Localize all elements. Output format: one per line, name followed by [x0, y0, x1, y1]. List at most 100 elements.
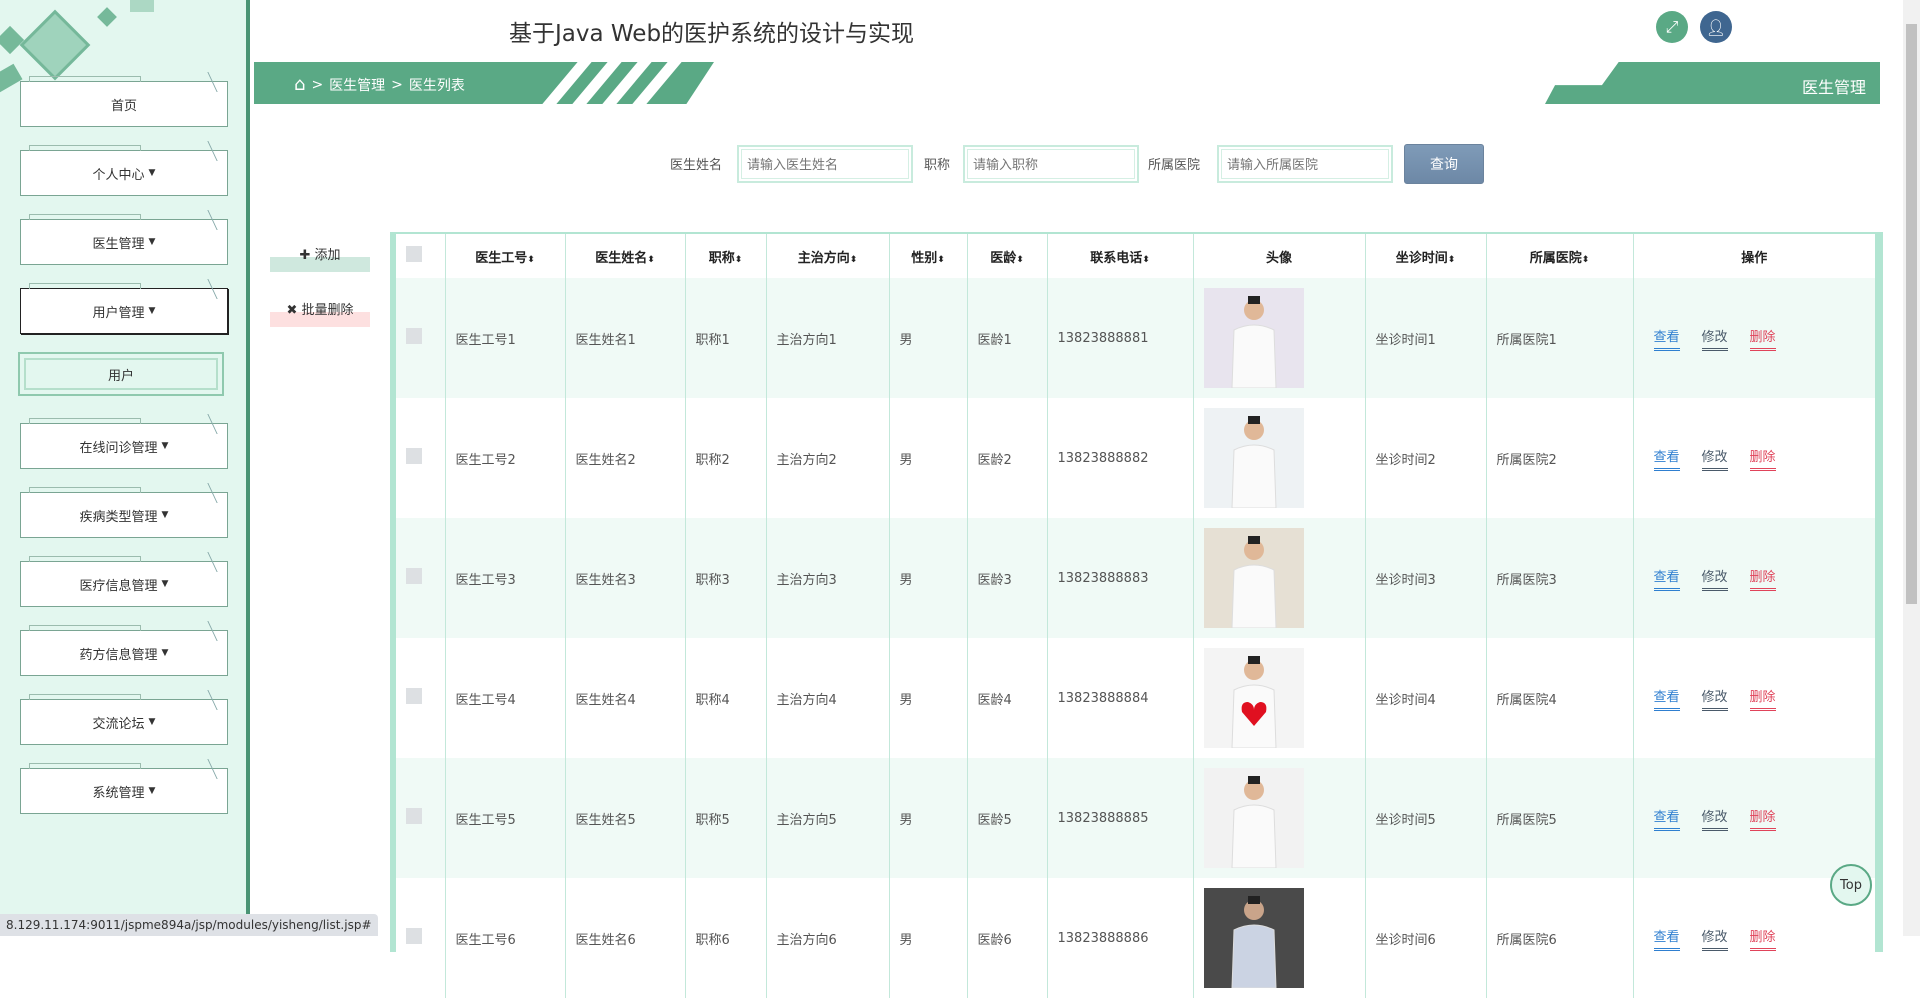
fullscreen-button[interactable]: ⤢: [1656, 11, 1688, 43]
caret-down-icon: ▼: [148, 717, 156, 727]
home-icon[interactable]: ⌂: [294, 74, 305, 95]
select-all-checkbox[interactable]: [406, 246, 422, 262]
sidebar-item[interactable]: 交流论坛 ▼: [20, 694, 228, 745]
table-cell: 主治方向5: [766, 758, 890, 878]
title-input[interactable]: [963, 145, 1139, 183]
breadcrumb-doctor-management[interactable]: 医生管理: [329, 75, 385, 95]
table-cell: 职称6: [685, 878, 767, 998]
add-button[interactable]: ✚ 添加: [270, 244, 370, 272]
decor: [0, 25, 25, 55]
doctor-avatar-image: [1203, 288, 1304, 388]
sidebar-item[interactable]: 医生管理 ▼: [20, 214, 228, 265]
sort-icon: ⬍: [734, 254, 743, 265]
delete-button[interactable]: 删除: [1749, 806, 1776, 831]
table-cell: 坐诊时间3: [1365, 518, 1487, 638]
table-cell: 坐诊时间6: [1365, 878, 1487, 998]
sidebar-item[interactable]: 药方信息管理 ▼: [20, 625, 228, 676]
sidebar-item-label: 用户管理: [92, 305, 145, 321]
view-button[interactable]: 查看: [1653, 686, 1680, 711]
decor: [97, 7, 117, 27]
sort-icon: ⬍: [1581, 254, 1590, 265]
column-header[interactable]: 医龄⬍: [967, 234, 1048, 278]
avatar-cell: [1193, 758, 1366, 878]
edit-button[interactable]: 修改: [1701, 326, 1728, 351]
row-checkbox[interactable]: [406, 808, 422, 824]
delete-button[interactable]: 删除: [1749, 326, 1776, 351]
doctor-table: 医生工号⬍ 医生姓名⬍ 职称⬍ 主治方向⬍ 性别⬍ 医龄⬍ 联系电话⬍ 头像 坐诊时间⬍ 所属医院…: [390, 232, 1883, 998]
column-header[interactable]: 医生工号⬍: [445, 234, 566, 278]
sidebar-item[interactable]: 医疗信息管理 ▼: [20, 556, 228, 607]
table-cell: 13823888885: [1047, 758, 1194, 878]
doctor-avatar-image: [1203, 768, 1304, 868]
caret-down-icon: ▼: [148, 306, 156, 316]
table-cell: 医龄6: [967, 878, 1048, 998]
table-cell: 医龄2: [967, 398, 1048, 518]
edit-button[interactable]: 修改: [1701, 566, 1728, 591]
delete-button[interactable]: 删除: [1749, 686, 1776, 711]
batch-delete-button[interactable]: ✖ 批量删除: [270, 299, 370, 327]
edit-button[interactable]: 修改: [1701, 926, 1728, 951]
delete-button[interactable]: 删除: [1749, 566, 1776, 591]
breadcrumb: ⌂ > 医生管理 > 医生列表: [294, 74, 465, 95]
row-checkbox[interactable]: [406, 328, 422, 344]
back-to-top-button[interactable]: Top: [1830, 864, 1872, 906]
query-button[interactable]: 查询: [1404, 144, 1484, 184]
submenu-item-user[interactable]: 用户: [18, 352, 224, 396]
title-label: 职称: [924, 158, 951, 173]
table-cell: 医生姓名2: [565, 398, 686, 518]
user-icon: 👤︎: [1705, 17, 1727, 37]
sidebar-item[interactable]: 系统管理 ▼: [20, 763, 228, 814]
table-cell: 13823888881: [1047, 278, 1194, 398]
sidebar-item[interactable]: 在线问诊管理 ▼: [20, 418, 228, 469]
column-header[interactable]: 医生姓名⬍: [565, 234, 686, 278]
doctor-avatar-image: [1203, 528, 1304, 628]
column-header[interactable]: 主治方向⬍: [766, 234, 890, 278]
caret-down-icon: ▼: [161, 441, 169, 451]
expand-icon: ⤢: [1665, 17, 1679, 36]
row-checkbox[interactable]: [406, 928, 422, 944]
hospital-input[interactable]: [1217, 145, 1393, 183]
table-cell: 医龄3: [967, 518, 1048, 638]
sidebar-item[interactable]: 疾病类型管理 ▼: [20, 487, 228, 538]
edit-button[interactable]: 修改: [1701, 446, 1728, 471]
edit-button[interactable]: 修改: [1701, 686, 1728, 711]
sidebar-item-label: 在线问诊管理: [79, 440, 158, 456]
column-header[interactable]: 性别⬍: [889, 234, 968, 278]
column-header[interactable]: 联系电话⬍: [1047, 234, 1194, 278]
row-checkbox[interactable]: [406, 448, 422, 464]
doctor-name-input[interactable]: [737, 145, 913, 183]
column-header[interactable]: 所属医院⬍: [1486, 234, 1634, 278]
row-checkbox[interactable]: [406, 688, 422, 704]
table-cell: 医生工号4: [445, 638, 566, 758]
row-checkbox[interactable]: [406, 568, 422, 584]
view-button[interactable]: 查看: [1653, 446, 1680, 471]
delete-button[interactable]: 删除: [1749, 926, 1776, 951]
sidebar-item-label: 系统管理: [92, 785, 145, 801]
avatar-cell: [1193, 518, 1366, 638]
sort-icon: ⬍: [1447, 254, 1456, 265]
caret-down-icon: ▼: [161, 648, 169, 658]
row-actions: 查看 修改 删除: [1633, 638, 1875, 758]
sidebar-item[interactable]: 个人中心 ▼: [20, 145, 228, 196]
delete-button[interactable]: 删除: [1749, 446, 1776, 471]
table-row: 医生工号3 医生姓名3 职称3 主治方向3 男医龄3 13823888883 坐诊时间3 所属…: [396, 518, 1875, 638]
edit-button[interactable]: 修改: [1701, 806, 1728, 831]
table-cell: 男: [889, 758, 968, 878]
sidebar-item[interactable]: 首页: [20, 76, 228, 127]
sidebar-item[interactable]: 用户管理 ▼: [20, 283, 228, 334]
table-cell: 医生工号6: [445, 878, 566, 998]
scrollbar-thumb[interactable]: [1906, 24, 1917, 604]
column-header[interactable]: 坐诊时间⬍: [1365, 234, 1487, 278]
scrollbar[interactable]: [1903, 0, 1920, 936]
column-header[interactable]: 职称⬍: [685, 234, 767, 278]
view-button[interactable]: 查看: [1653, 926, 1680, 951]
x-icon: ✖: [286, 303, 298, 318]
view-button[interactable]: 查看: [1653, 326, 1680, 351]
view-button[interactable]: 查看: [1653, 806, 1680, 831]
view-button[interactable]: 查看: [1653, 566, 1680, 591]
table-cell: 医龄1: [967, 278, 1048, 398]
table-cell: 所属医院5: [1486, 758, 1634, 878]
doctor-avatar-image: [1203, 648, 1304, 748]
table-cell: 医生工号1: [445, 278, 566, 398]
user-button[interactable]: 👤︎: [1700, 11, 1732, 43]
